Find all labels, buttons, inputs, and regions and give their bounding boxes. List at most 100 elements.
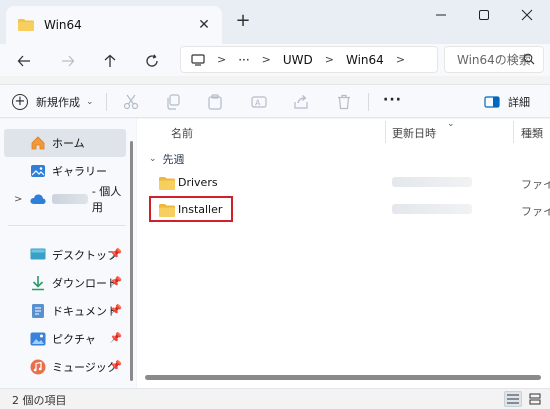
up-button[interactable] xyxy=(98,50,122,72)
more-options-button[interactable]: ··· xyxy=(383,92,402,108)
file-row-drivers[interactable]: Drivers ファイル xyxy=(137,171,550,197)
back-button[interactable] xyxy=(12,50,36,72)
home-icon xyxy=(30,135,46,151)
breadcrumb-win64[interactable]: Win64 xyxy=(346,53,384,67)
rename-button[interactable]: A xyxy=(250,93,268,111)
delete-button[interactable] xyxy=(335,93,353,111)
pictures-icon xyxy=(30,331,46,347)
close-icon xyxy=(521,9,533,21)
gallery-icon xyxy=(30,163,46,179)
nav-label-music: ミュージック xyxy=(52,361,118,374)
search-placeholder: Win64の検索 xyxy=(457,53,531,67)
file-type: ファイル xyxy=(521,178,550,191)
pin-icon: 📌 xyxy=(109,277,122,288)
file-list: 名前 ⌄ 更新日時 種類 ⌄ 先週 Drivers ファイル Installer… xyxy=(137,119,550,388)
group-header[interactable]: ⌄ 先週 xyxy=(149,151,185,167)
nav-item-desktop[interactable]: デスクトップ 📌 xyxy=(0,241,130,269)
column-divider[interactable] xyxy=(513,121,514,143)
account-name-redacted xyxy=(52,194,88,204)
horizontal-scrollbar[interactable] xyxy=(145,375,541,380)
chevron-right-icon: > xyxy=(261,53,271,66)
search-icon xyxy=(523,53,535,65)
new-button-label: 新規作成 xyxy=(36,96,80,109)
rename-icon: A xyxy=(251,96,267,108)
nav-item-music[interactable]: ミュージック 📌 xyxy=(0,353,130,381)
nav-item-documents[interactable]: ドキュメント 📌 xyxy=(0,297,130,325)
share-icon xyxy=(294,95,308,109)
tiles-view-icon xyxy=(529,393,541,405)
onedrive-icon xyxy=(30,191,46,207)
forward-button[interactable] xyxy=(56,50,80,72)
sort-chevron-icon: ⌄ xyxy=(447,119,455,129)
trash-icon xyxy=(338,94,350,110)
chevron-down-icon: ⌄ xyxy=(86,97,94,107)
folder-icon xyxy=(159,177,175,190)
copy-button[interactable] xyxy=(164,93,182,111)
chevron-right-icon: > xyxy=(324,53,334,66)
breadcrumb-uwd[interactable]: UWD xyxy=(283,53,313,67)
address-row: > ··· > UWD > Win64 > Win64の検索 xyxy=(0,44,550,76)
file-date-redacted xyxy=(392,204,472,214)
refresh-button[interactable] xyxy=(140,50,164,72)
pin-icon: 📌 xyxy=(109,249,122,260)
chevron-right-icon[interactable]: > xyxy=(396,53,405,66)
details-label: 詳細 xyxy=(508,96,530,109)
nav-item-pictures[interactable]: ピクチャ 📌 xyxy=(0,325,130,353)
svg-text:A: A xyxy=(255,99,261,108)
search-input[interactable]: Win64の検索 xyxy=(444,46,544,73)
music-icon xyxy=(30,359,46,375)
minimize-icon xyxy=(436,14,446,16)
list-view-icon xyxy=(507,394,519,404)
new-tab-button[interactable]: + xyxy=(235,12,251,32)
column-header-name[interactable]: 名前 xyxy=(171,125,193,141)
toolbar-divider xyxy=(106,93,107,111)
nav-label-downloads: ダウンロード xyxy=(52,277,118,290)
pin-icon: 📌 xyxy=(109,361,122,372)
new-button[interactable]: + 新規作成 ⌄ xyxy=(12,92,94,112)
paste-button[interactable] xyxy=(206,93,224,111)
arrow-up-icon xyxy=(104,54,116,67)
share-button[interactable] xyxy=(292,93,310,111)
cut-icon xyxy=(123,94,139,110)
breadcrumb-overflow[interactable]: ··· xyxy=(238,53,249,67)
nav-label-home: ホーム xyxy=(52,137,85,150)
title-bar: Win64 ✕ + xyxy=(0,0,550,44)
navigation-pane: ホーム ギャラリー > - 個人用 デスクトップ 📌 ダウンロード 📌 ドキュメ… xyxy=(0,119,136,388)
nav-label-desktop: デスクトップ xyxy=(52,249,118,262)
chevron-right-icon: > xyxy=(217,53,227,66)
file-type: ファイル xyxy=(521,205,550,218)
nav-item-home[interactable]: ホーム xyxy=(4,129,126,157)
download-icon xyxy=(30,275,46,291)
nav-label-documents: ドキュメント xyxy=(52,305,118,318)
column-header-type[interactable]: 種類 xyxy=(521,125,543,141)
pin-icon: 📌 xyxy=(109,333,122,344)
tiles-view-button[interactable] xyxy=(526,391,544,407)
toolbar-divider xyxy=(368,93,369,111)
maximize-button[interactable] xyxy=(463,0,505,30)
nav-label-onedrive: - 個人用 xyxy=(91,185,122,214)
close-window-button[interactable] xyxy=(506,0,548,30)
details-view-button[interactable] xyxy=(504,391,522,407)
nav-item-downloads[interactable]: ダウンロード 📌 xyxy=(0,269,130,297)
column-divider[interactable] xyxy=(385,121,386,143)
details-button[interactable]: 詳細 xyxy=(484,94,530,110)
pin-icon: 📌 xyxy=(109,305,122,316)
column-header-date[interactable]: 更新日時 xyxy=(392,125,436,141)
nav-item-gallery[interactable]: ギャラリー xyxy=(0,157,130,185)
file-date-redacted xyxy=(392,177,472,187)
plus-icon: + xyxy=(12,94,28,110)
paste-icon xyxy=(208,94,222,110)
nav-item-onedrive[interactable]: - 個人用 xyxy=(0,185,130,214)
arrow-right-icon xyxy=(62,55,75,67)
cut-button[interactable] xyxy=(122,93,140,111)
item-count: 2 個の項目 xyxy=(12,394,67,407)
close-tab-button[interactable]: ✕ xyxy=(196,17,212,33)
address-bar[interactable]: > ··· > UWD > Win64 > xyxy=(180,46,438,73)
monitor-icon xyxy=(191,53,205,66)
nav-scrollbar[interactable] xyxy=(130,141,133,381)
details-pane-icon xyxy=(484,96,500,108)
tab-title: Win64 xyxy=(44,18,82,32)
tab-win64[interactable]: Win64 ✕ xyxy=(6,6,222,44)
highlight-box xyxy=(149,196,233,222)
minimize-button[interactable] xyxy=(420,0,462,30)
